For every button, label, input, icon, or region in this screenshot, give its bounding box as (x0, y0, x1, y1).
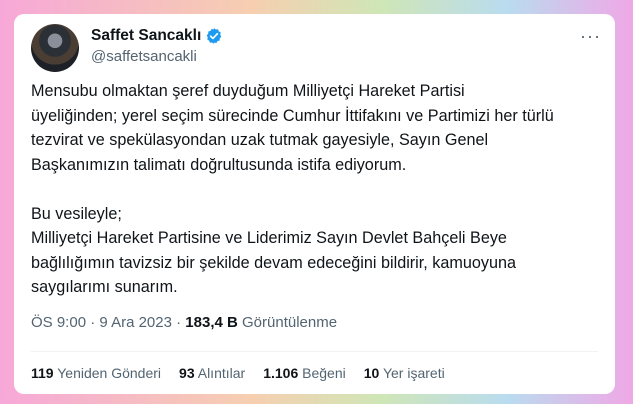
likes-count: 1.106 (263, 365, 299, 381)
tweet-line: üyeliğinden; yerel seçim sürecinde Cumhu… (31, 106, 554, 125)
author-name-row[interactable]: Saffet Sancaklı (91, 27, 223, 45)
meta-separator: · (90, 314, 96, 331)
tweet-line: Milliyetçi Hareket Partisine ve Liderimi… (31, 229, 507, 247)
divider (31, 351, 598, 352)
engagement-stats: 119 Yeniden Gönderi 93 Alıntılar 1.106 B… (31, 365, 463, 381)
tweet-text: Mensubu olmaktan şeref duyduğum Milliyet… (31, 79, 601, 300)
views-count: 183,4 B (185, 314, 238, 331)
retweets-label: Yeniden Gönderi (57, 365, 162, 381)
tweet-card: Saffet Sancaklı @saffetsancakli ··· Mens… (14, 14, 615, 394)
retweets-count: 119 (31, 365, 54, 381)
tweet-line: Mensubu olmaktan şeref duyduğum Milliyet… (31, 82, 465, 100)
tweet-line: Bu vesileyle; (31, 204, 122, 223)
verified-badge-icon (207, 28, 222, 44)
author-handle[interactable]: @saffetsancakli (91, 48, 197, 65)
quotes-label: Alıntılar (197, 365, 246, 381)
avatar[interactable] (31, 24, 79, 72)
views-label: Görüntülenme (242, 314, 338, 331)
bookmarks-stat[interactable]: 10 Yer işareti (364, 365, 445, 381)
likes-stat[interactable]: 1.106 Beğeni (263, 365, 346, 381)
likes-label: Beğeni (302, 365, 346, 381)
tweet-line: bağlılığımın tavizsiz bir şekilde devam … (31, 253, 516, 272)
meta-separator: · (176, 314, 182, 331)
tweet-time[interactable]: ÖS 9:00 (31, 314, 86, 331)
quotes-count: 93 (179, 365, 195, 381)
author-name[interactable]: Saffet Sancaklı (91, 27, 201, 45)
quotes-stat[interactable]: 93 Alıntılar (179, 365, 245, 381)
tweet-meta: ÖS 9:00 · 9 Ara 2023 · 183,4 B Görüntüle… (31, 314, 337, 331)
bookmarks-count: 10 (363, 365, 380, 381)
more-options-icon[interactable]: ··· (580, 26, 601, 47)
retweets-stat[interactable]: 119 Yeniden Gönderi (31, 365, 161, 381)
bookmarks-label: Yer işareti (382, 365, 445, 381)
tweet-date[interactable]: 9 Ara 2023 (99, 314, 172, 331)
tweet-line: tezvirat ve spekülasyondan uzak tutmak g… (31, 131, 489, 149)
tweet-line: saygılarımı sunarım. (31, 278, 178, 296)
tweet-line: Başkanımızın talimatı doğrultusunda isti… (31, 155, 407, 174)
